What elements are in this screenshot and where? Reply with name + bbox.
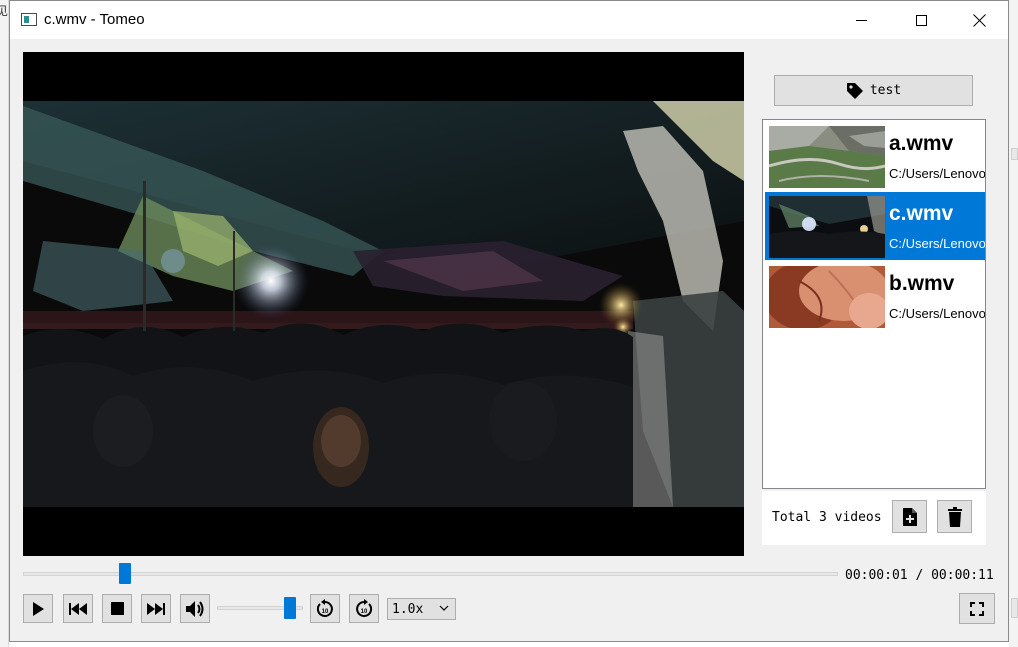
forward-10-icon: 10 <box>356 598 373 617</box>
mountain-road-thumbnail <box>769 126 885 188</box>
volume-icon <box>186 600 204 617</box>
speed-value: 1.0x <box>392 602 424 617</box>
svg-text:10: 10 <box>322 609 329 615</box>
fullscreen-button[interactable] <box>959 593 995 624</box>
title-bar[interactable]: c.wmv - Tomeo <box>10 1 1008 39</box>
desktop-left-edge: 见 <box>0 0 9 647</box>
previous-button[interactable] <box>63 594 93 623</box>
video-frame <box>23 101 744 507</box>
progress-slider[interactable] <box>23 563 838 584</box>
video-list[interactable]: a.wmv C:/Users/Lenovo c.wmv C:/Users/Len… <box>762 119 986 489</box>
hand-closeup-thumbnail <box>769 266 885 328</box>
concert-scene-image <box>23 101 744 507</box>
video-path: C:/Users/Lenovo <box>889 306 985 321</box>
stop-icon <box>110 602 124 615</box>
play-icon <box>33 601 44 616</box>
video-path: C:/Users/Lenovo <box>889 236 985 251</box>
concert-crowd-thumbnail <box>769 196 885 258</box>
player-window: c.wmv - Tomeo test a.wmv C:/Users/Lenovo… <box>9 0 1009 642</box>
trash-icon <box>947 506 962 527</box>
minimize-icon <box>855 19 867 21</box>
video-path: C:/Users/Lenovo <box>889 166 985 181</box>
video-list-footer: Total 3 videos <box>762 491 986 545</box>
time-display: 00:00:01 / 00:00:11 <box>845 568 994 583</box>
desktop-right-edge <box>1009 0 1018 647</box>
video-name: b.wmv <box>889 272 955 295</box>
svg-text:10: 10 <box>361 609 368 615</box>
minimize-button[interactable] <box>832 1 890 39</box>
close-button[interactable] <box>950 1 1008 39</box>
rewind-10-icon: 10 <box>316 598 333 617</box>
next-button[interactable] <box>141 594 171 623</box>
maximize-button[interactable] <box>892 1 950 39</box>
window-title: c.wmv - Tomeo <box>44 11 145 28</box>
maximize-icon <box>915 14 927 26</box>
speed-dropdown[interactable]: 1.0x <box>387 598 456 620</box>
volume-slider[interactable] <box>217 597 303 619</box>
previous-icon <box>69 602 87 615</box>
list-item-c[interactable]: c.wmv C:/Users/Lenovo <box>765 192 985 260</box>
delete-video-button[interactable] <box>937 500 972 533</box>
video-name: c.wmv <box>889 202 954 225</box>
volume-button[interactable] <box>180 594 210 623</box>
list-item-b[interactable]: b.wmv C:/Users/Lenovo <box>765 262 985 330</box>
play-button[interactable] <box>23 594 53 623</box>
stop-button[interactable] <box>102 594 132 623</box>
desktop-left-edge-text: 见 <box>0 4 9 18</box>
chevron-down-icon <box>439 605 449 611</box>
file-add-icon <box>902 507 917 526</box>
list-item-a[interactable]: a.wmv C:/Users/Lenovo <box>765 122 985 190</box>
next-icon <box>147 602 165 615</box>
tag-icon <box>846 82 863 99</box>
total-videos-label: Total 3 videos <box>772 510 882 525</box>
tag-button-label: test <box>869 83 902 98</box>
video-display[interactable] <box>23 52 744 556</box>
progress-groove <box>23 572 838 576</box>
app-icon <box>21 13 37 26</box>
add-video-button[interactable] <box>892 500 927 533</box>
video-thumbnail <box>769 126 885 188</box>
fullscreen-icon <box>970 601 984 616</box>
rewind-10-button[interactable]: 10 <box>310 594 340 623</box>
volume-handle[interactable] <box>284 597 296 619</box>
progress-handle[interactable] <box>119 563 131 584</box>
desktop-right-mark <box>1011 148 1018 160</box>
desktop-right-mark <box>1011 598 1018 618</box>
close-icon <box>973 14 986 27</box>
forward-10-button[interactable]: 10 <box>349 594 379 623</box>
video-name: a.wmv <box>889 132 954 155</box>
tag-button[interactable]: test <box>774 75 973 106</box>
video-thumbnail <box>769 196 885 258</box>
video-thumbnail <box>769 266 885 328</box>
